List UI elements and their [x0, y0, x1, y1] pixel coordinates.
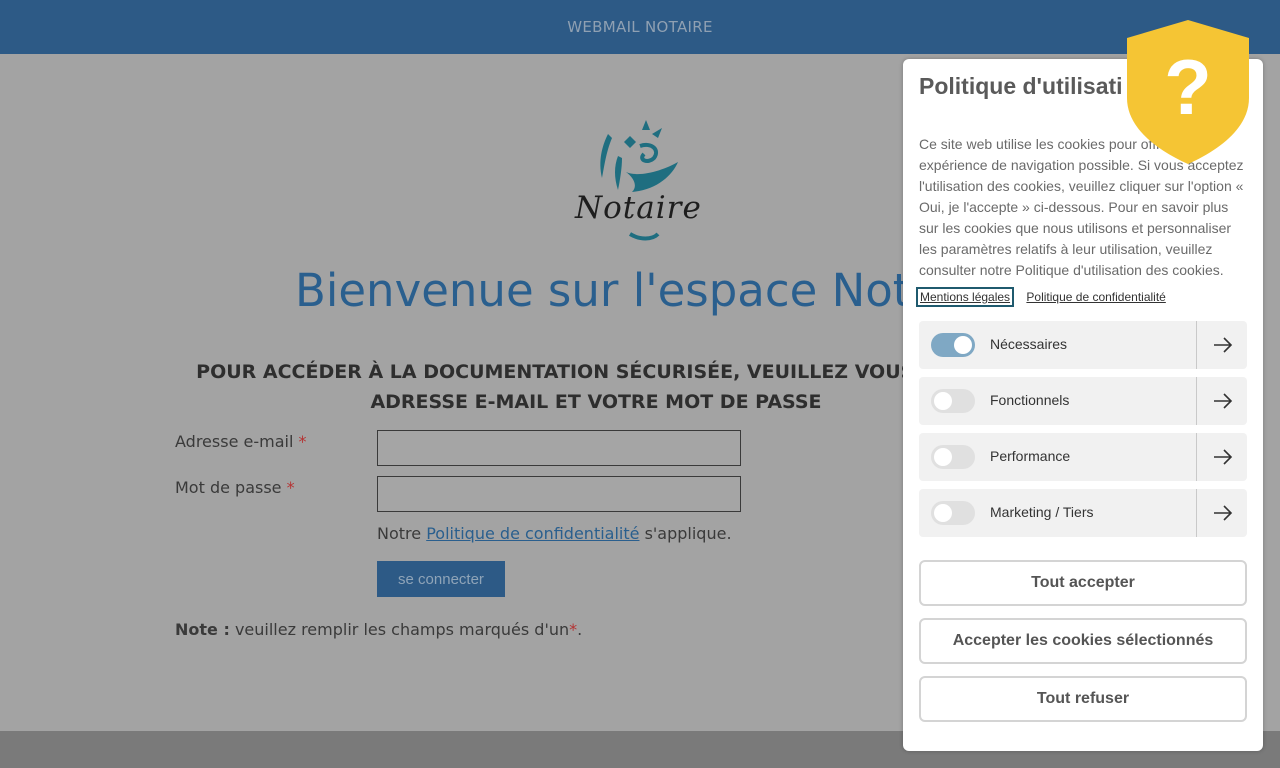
- toggle-knob: [954, 336, 972, 354]
- performance-toggle[interactable]: [931, 445, 975, 469]
- arrow-right-icon[interactable]: [1211, 503, 1235, 523]
- cookie-panel-links: Mentions légales Politique de confidenti…: [916, 287, 1166, 307]
- email-field[interactable]: [377, 430, 741, 466]
- cookie-category-functional: Fonctionnels: [919, 377, 1247, 425]
- password-label-text: Mot de passe: [175, 478, 282, 497]
- note-end: .: [577, 620, 583, 639]
- functional-toggle[interactable]: [931, 389, 975, 413]
- email-label: Adresse e-mail *: [175, 432, 306, 451]
- category-label: Marketing / Tiers: [990, 504, 1094, 520]
- necessary-toggle[interactable]: [931, 333, 975, 357]
- header-bar: WEBMAIL NOTAIRE: [0, 0, 1280, 54]
- divider: [1196, 377, 1197, 425]
- header-title: WEBMAIL NOTAIRE: [567, 18, 713, 36]
- password-field[interactable]: [377, 476, 741, 512]
- logo-text: Notaire: [575, 190, 702, 226]
- category-label: Nécessaires: [990, 336, 1068, 352]
- accept-all-button[interactable]: Tout accepter: [919, 560, 1247, 606]
- badge-symbol: ?: [1164, 43, 1212, 131]
- divider: [1196, 321, 1197, 369]
- cookie-category-necessary: Nécessaires: [919, 321, 1247, 369]
- login-button[interactable]: se connecter: [377, 561, 505, 597]
- arrow-right-icon[interactable]: [1211, 447, 1235, 467]
- toggle-knob: [934, 392, 952, 410]
- toggle-knob: [934, 504, 952, 522]
- refuse-all-button[interactable]: Tout refuser: [919, 676, 1247, 722]
- password-label: Mot de passe *: [175, 478, 295, 497]
- required-mark: *: [286, 478, 295, 497]
- note-label: Note :: [175, 620, 230, 639]
- divider: [1196, 489, 1197, 537]
- notice-prefix: Notre: [377, 524, 422, 543]
- note-text: veuillez remplir les champs marqués d'un: [234, 620, 570, 639]
- divider: [1196, 433, 1197, 481]
- toggle-knob: [934, 448, 952, 466]
- privacy-notice: Notre Politique de confidentialité s'app…: [377, 524, 732, 543]
- category-label: Fonctionnels: [990, 392, 1070, 408]
- notice-suffix: s'applique.: [644, 524, 732, 543]
- arrow-right-icon[interactable]: [1211, 391, 1235, 411]
- arrow-right-icon[interactable]: [1211, 335, 1235, 355]
- login-instructions: POUR ACCÉDER À LA DOCUMENTATION SÉCURISÉ…: [196, 361, 996, 413]
- required-mark: *: [298, 432, 307, 451]
- required-mark: *: [569, 620, 578, 639]
- cookie-category-marketing: Marketing / Tiers: [919, 489, 1247, 537]
- accept-selected-button[interactable]: Accepter les cookies sélectionnés: [919, 618, 1247, 664]
- email-label-text: Adresse e-mail: [175, 432, 294, 451]
- cookie-category-performance: Performance: [919, 433, 1247, 481]
- privacy-policy-link[interactable]: Politique de confidentialité: [426, 524, 639, 543]
- required-note: Note : veuillez remplir les champs marqu…: [175, 620, 582, 639]
- cookie-shield-icon[interactable]: ?: [1127, 20, 1249, 164]
- category-label: Performance: [990, 448, 1071, 464]
- welcome-heading: Bienvenue sur l'espace Not: [295, 264, 911, 317]
- marketing-toggle[interactable]: [931, 501, 975, 525]
- legal-notice-link[interactable]: Mentions légales: [916, 287, 1015, 307]
- privacy-policy-link[interactable]: Politique de confidentialité: [1026, 290, 1165, 304]
